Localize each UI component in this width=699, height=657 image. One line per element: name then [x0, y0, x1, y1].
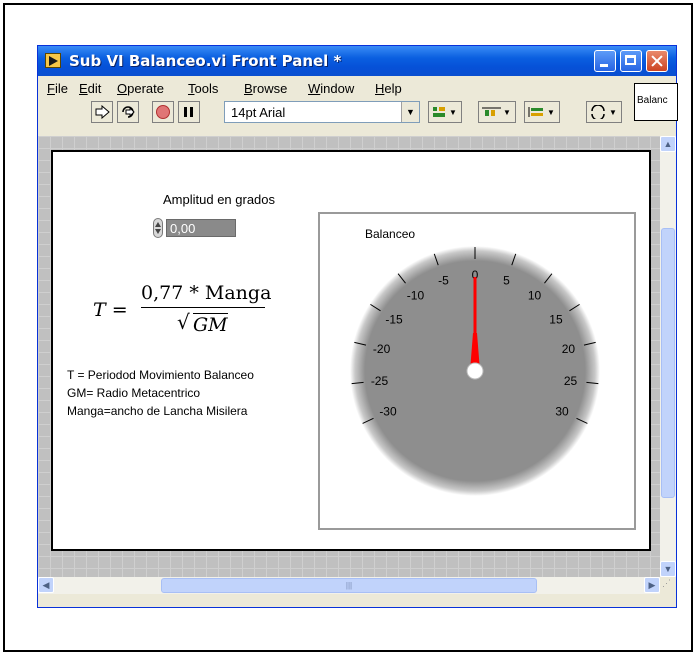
align-icon[interactable]: ▼ [428, 101, 462, 123]
gauge-tick-label: -20 [373, 342, 391, 356]
panel-area: Amplitud en grados 0,00 T = 0,77 * Manga… [38, 136, 660, 577]
balanceo-gauge-frame: Balanceo -30 -25 -20 -15 -10 -5 0 5 10 15 20 25 30 [318, 212, 636, 530]
front-panel-canvas[interactable]: Amplitud en grados 0,00 T = 0,77 * Manga… [51, 150, 651, 551]
pause-icon[interactable] [178, 101, 200, 123]
gauge-tick-label: -15 [385, 312, 403, 326]
legend-line-2: GM= Radio Metacentrico [67, 386, 201, 400]
horizontal-scroll-thumb[interactable]: ||| [161, 578, 537, 593]
scroll-left-icon[interactable]: ◀ [38, 577, 54, 593]
toolbar: 14pt Arial ▼ ▼ ▼ ▼ ▼ [38, 101, 634, 127]
svg-text:▼: ▼ [609, 108, 617, 117]
scroll-right-icon[interactable]: ▶ [644, 577, 660, 593]
gauge-tick-label: 20 [562, 342, 576, 356]
resize-icon[interactable]: ▼ [524, 101, 560, 123]
formula-denominator: GM [193, 313, 228, 336]
menu-operate[interactable]: Operate [117, 81, 164, 96]
gauge-tick-label: 10 [528, 289, 542, 303]
menu-bar: File Edit Operate Tools Browse Window He… [38, 78, 638, 98]
amplitude-value[interactable]: 0,00 [166, 219, 236, 237]
vertical-scroll-thumb[interactable] [661, 228, 675, 498]
balanceo-gauge[interactable]: -30-25-20-15-10-5 0 51015202530 [320, 214, 634, 528]
reorder-icon[interactable]: ▼ [586, 101, 622, 123]
svg-text:▼: ▼ [547, 108, 555, 117]
gauge-tick-label: -10 [407, 289, 425, 303]
gauge-hub [466, 362, 484, 380]
amplitude-label: Amplitud en grados [163, 192, 276, 207]
menu-file[interactable]: File [47, 81, 68, 96]
vertical-scrollbar[interactable]: ▲ ▼ [660, 136, 676, 577]
increment-decrement-icon[interactable] [153, 218, 163, 238]
run-continuously-icon[interactable] [117, 101, 139, 123]
menu-window[interactable]: Window [308, 81, 354, 96]
run-arrow-icon[interactable] [91, 101, 113, 123]
gauge-tick-label: 30 [555, 405, 569, 419]
legend-line-3: Manga=ancho de Lancha Misilera [67, 404, 248, 418]
gauge-tick-label: 15 [549, 312, 563, 326]
resize-grip-icon[interactable]: ⋰ [662, 578, 676, 593]
window-title: Sub VI Balanceo.vi Front Panel * [69, 52, 342, 70]
maximize-button[interactable] [620, 50, 642, 72]
close-button[interactable] [646, 50, 668, 72]
chevron-down-icon[interactable]: ▼ [401, 102, 419, 122]
svg-text:▼: ▼ [449, 108, 457, 117]
gauge-tick-label: 25 [564, 374, 578, 388]
abort-icon[interactable] [152, 101, 174, 123]
minimize-button[interactable] [594, 50, 616, 72]
scroll-up-icon[interactable]: ▲ [660, 136, 676, 152]
gauge-tick-label: -25 [371, 374, 389, 388]
formula-numerator: 0,77 * Manga [141, 282, 272, 304]
sqrt-icon: √ [177, 310, 190, 334]
formula-lhs: T = [93, 299, 128, 321]
menu-tools[interactable]: Tools [188, 81, 218, 96]
font-select[interactable]: 14pt Arial ▼ [224, 101, 420, 123]
amplitude-control[interactable]: 0,00 [153, 218, 236, 238]
distribute-icon[interactable]: ▼ [478, 101, 516, 123]
menu-edit[interactable]: Edit [79, 81, 101, 96]
horizontal-scrollbar[interactable]: ◀ ||| ▶ [38, 577, 660, 594]
svg-text:▼: ▼ [503, 108, 511, 117]
gauge-tick-label: -30 [379, 405, 397, 419]
gauge-tick-label: -5 [438, 273, 449, 287]
title-bar[interactable]: Sub VI Balanceo.vi Front Panel * [38, 46, 676, 76]
labview-vi-icon [45, 53, 61, 68]
vi-connector-icon[interactable]: Balanc [634, 83, 678, 121]
scroll-down-icon[interactable]: ▼ [660, 561, 676, 577]
labview-front-panel-window: Sub VI Balanceo.vi Front Panel * File Ed… [37, 45, 678, 608]
menu-browse[interactable]: Browse [244, 81, 287, 96]
menu-help[interactable]: Help [375, 81, 402, 96]
legend-line-1: T = Periodod Movimiento Balanceo [67, 368, 254, 382]
gauge-tick-label: 5 [503, 273, 510, 287]
